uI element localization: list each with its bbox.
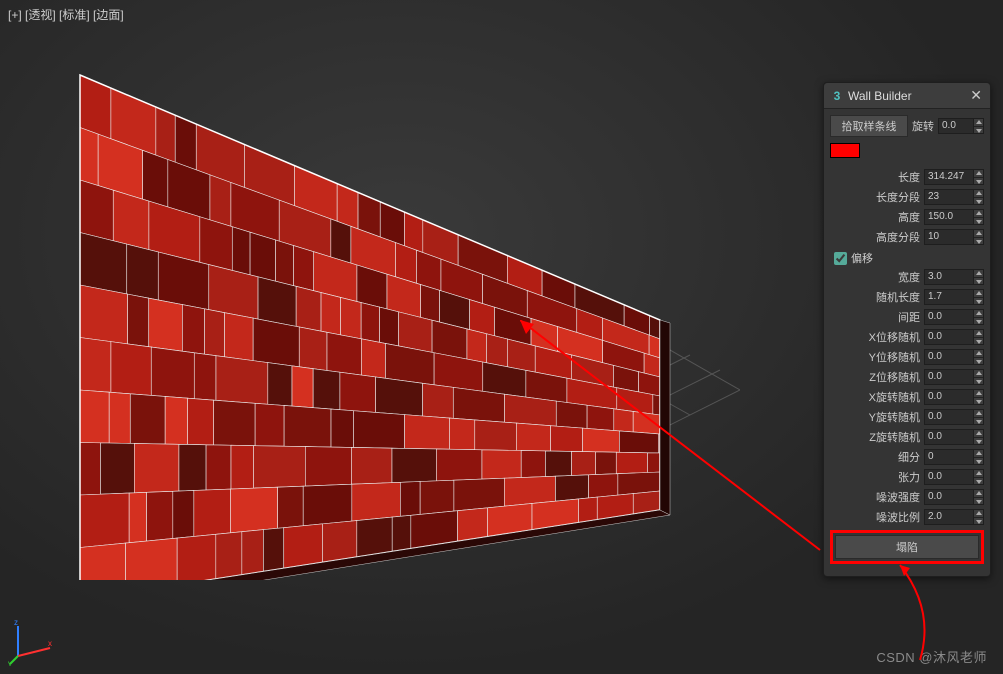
rotate-label: 旋转 [912,118,934,134]
param-row-宽度: 宽度 3.0 [830,268,984,286]
param-spinner[interactable]: 150.0 [924,209,984,225]
param-label: Y旋转随机 [830,409,924,425]
panel-body: 拾取样条线 旋转 0.0 长度 314.247 长度分段 23 高度 150.0 [824,109,990,576]
pick-spline-button[interactable]: 拾取样条线 [830,115,908,137]
viewport-label[interactable]: [+] [透视] [标准] [边面] [8,6,124,23]
param-spinner[interactable]: 0.0 [924,429,984,445]
param-row-Z旋转随机: Z旋转随机 0.0 [830,428,984,446]
param-label: Z位移随机 [830,369,924,385]
param-spinner[interactable]: 10 [924,229,984,245]
panel-title-text: Wall Builder [848,89,968,103]
param-label: 噪波强度 [830,489,924,505]
param-label: 高度分段 [830,229,924,245]
collapse-button[interactable]: 塌陷 [835,535,979,559]
param-label: 细分 [830,449,924,465]
axis-gizmo: z x y [8,618,56,666]
svg-text:z: z [14,618,18,627]
app-icon-3: 3 [830,89,844,103]
param-spinner[interactable]: 23 [924,189,984,205]
param-row-长度分段: 长度分段 23 [830,188,984,206]
param-spinner[interactable]: 0.0 [924,389,984,405]
param-row-Y位移随机: Y位移随机 0.0 [830,348,984,366]
svg-text:x: x [48,639,52,648]
param-row-Y旋转随机: Y旋转随机 0.0 [830,408,984,426]
param-row-随机长度: 随机长度 1.7 [830,288,984,306]
offset-checkbox-row[interactable]: 偏移 [834,250,984,266]
param-row-张力: 张力 0.0 [830,468,984,486]
param-spinner[interactable]: 0 [924,449,984,465]
panel-titlebar[interactable]: 3 Wall Builder ✕ [824,83,990,109]
param-label: 宽度 [830,269,924,285]
wall-builder-panel: 3 Wall Builder ✕ 拾取样条线 旋转 0.0 长度 314.247… [823,82,991,577]
param-row-X位移随机: X位移随机 0.0 [830,328,984,346]
param-spinner[interactable]: 0.0 [924,349,984,365]
svg-text:y: y [8,659,12,666]
param-spinner[interactable]: 0.0 [924,329,984,345]
param-label: 噪波比例 [830,509,924,525]
param-spinner[interactable]: 2.0 [924,509,984,525]
param-row-噪波强度: 噪波强度 0.0 [830,488,984,506]
rotate-spinner[interactable]: 0.0 [938,118,984,134]
brick-wall [60,60,700,580]
param-spinner[interactable]: 1.7 [924,289,984,305]
param-label: 高度 [830,209,924,225]
param-label: Z旋转随机 [830,429,924,445]
param-label: 张力 [830,469,924,485]
param-spinner[interactable]: 0.0 [924,309,984,325]
param-row-高度: 高度 150.0 [830,208,984,226]
watermark: CSDN @沐风老师 [876,647,987,666]
param-spinner[interactable]: 0.0 [924,489,984,505]
param-spinner[interactable]: 314.247 [924,169,984,185]
param-row-噪波比例: 噪波比例 2.0 [830,508,984,526]
param-label: X旋转随机 [830,389,924,405]
offset-label: 偏移 [851,250,873,266]
collapse-highlight: 塌陷 [830,530,984,564]
param-spinner[interactable]: 0.0 [924,409,984,425]
param-row-间距: 间距 0.0 [830,308,984,326]
color-swatch[interactable] [830,143,860,158]
param-label: Y位移随机 [830,349,924,365]
param-row-高度分段: 高度分段 10 [830,228,984,246]
param-row-长度: 长度 314.247 [830,168,984,186]
param-row-细分: 细分 0 [830,448,984,466]
param-spinner[interactable]: 0.0 [924,469,984,485]
param-row-Z位移随机: Z位移随机 0.0 [830,368,984,386]
offset-checkbox[interactable] [834,252,847,265]
param-label: X位移随机 [830,329,924,345]
param-label: 随机长度 [830,289,924,305]
param-spinner[interactable]: 3.0 [924,269,984,285]
param-spinner[interactable]: 0.0 [924,369,984,385]
param-row-X旋转随机: X旋转随机 0.0 [830,388,984,406]
param-label: 长度 [830,169,924,185]
param-label: 长度分段 [830,189,924,205]
param-label: 间距 [830,309,924,325]
close-icon[interactable]: ✕ [968,87,984,104]
